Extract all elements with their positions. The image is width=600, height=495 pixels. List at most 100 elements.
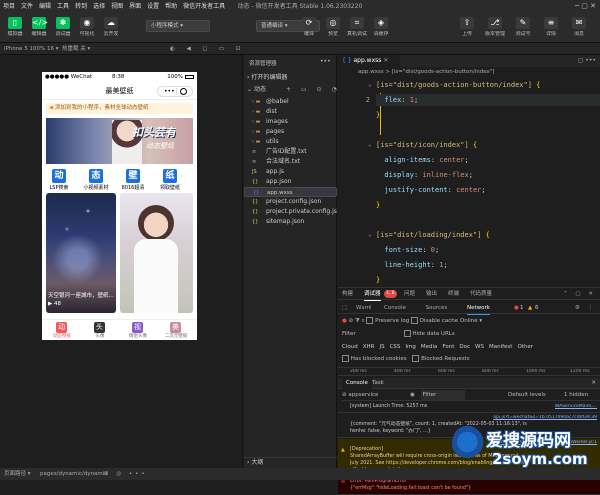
- devtools-tab[interactable]: Sources: [426, 302, 448, 314]
- device-button[interactable]: ⌗ 真机调试: [344, 17, 370, 38]
- explorer-action-icons[interactable]: + ▭ ⊙ ◔ ⤓: [286, 85, 337, 95]
- explorer-item-txt[interactable]: ≡ 合法域名.txt: [244, 157, 337, 167]
- menu-item[interactable]: 视图: [108, 0, 126, 13]
- resource-type-css[interactable]: CSS: [390, 344, 401, 350]
- panel-tab[interactable]: 问题: [404, 288, 415, 300]
- project-section[interactable]: ⌄ 动态 + ▭ ⊙ ◔ ⤓: [244, 85, 337, 95]
- search-icon[interactable]: ⌕: [362, 318, 365, 324]
- filter-icon[interactable]: ⧩: [355, 318, 360, 324]
- message-button[interactable]: ✉ 消息: [566, 17, 592, 38]
- outline-section[interactable]: › 大纲: [244, 457, 337, 467]
- version-button[interactable]: ⎇ 版本管理: [482, 17, 508, 38]
- panel-tab[interactable]: 终端: [448, 288, 459, 300]
- refresh-button[interactable]: ⟳ 编译: [296, 17, 322, 38]
- fold-chevron-icon[interactable]: ⌄: [368, 229, 372, 241]
- code-line[interactable]: font-size: 0;: [376, 244, 439, 256]
- fold-chevron-icon[interactable]: ⌄: [368, 79, 372, 91]
- clear-button[interactable]: ◈ 清缓存: [368, 17, 394, 38]
- log-levels-select[interactable]: Default levels: [508, 390, 546, 400]
- close-tab-icon[interactable]: ✕: [383, 57, 388, 64]
- task-tab[interactable]: Task: [372, 378, 384, 389]
- resource-type-js[interactable]: JS: [379, 344, 384, 350]
- context-select[interactable]: appservice: [348, 390, 408, 400]
- quick-entry-icon[interactable]: 动: [52, 169, 66, 183]
- blocked-requests-checkbox[interactable]: [412, 355, 420, 362]
- resource-type-ws[interactable]: WS: [475, 344, 484, 350]
- resource-type-other[interactable]: Other: [517, 344, 533, 350]
- window-controls[interactable]: ─ ▢ ✕: [575, 0, 596, 13]
- tab-label[interactable]: 头像: [84, 333, 116, 339]
- explorer-item-js[interactable]: JS app.js: [244, 167, 337, 177]
- code-line[interactable]: flex: 1;: [376, 94, 600, 106]
- fold-chevron-icon[interactable]: ⌄: [368, 139, 372, 151]
- panel-window-icons[interactable]: ⌃ ▢ ✕: [563, 288, 596, 300]
- explorer-item-folder[interactable]: › ▬ images: [244, 117, 337, 127]
- console-log-error[interactable]: ⊗ Error: MiniProgramError {"errMsg":"hide…: [338, 478, 600, 495]
- more-icon[interactable]: •••: [164, 87, 175, 96]
- inspect-icon[interactable]: ⬚: [342, 302, 347, 314]
- code-line[interactable]: [is="dist/icon/index"] {: [376, 139, 477, 151]
- bug-button[interactable]: ✱ 调试器: [50, 17, 76, 38]
- resource-type-manifest[interactable]: Manifest: [489, 344, 512, 350]
- explorer-item-txt[interactable]: ≡ 广告ID配置.txt: [244, 147, 337, 157]
- panel-tab[interactable]: 输出: [426, 288, 437, 300]
- menu-item[interactable]: 文件: [18, 0, 36, 13]
- menu-item[interactable]: 转到: [72, 0, 90, 13]
- tab-icon[interactable]: 头: [94, 322, 105, 333]
- capsule-button[interactable]: •••: [157, 86, 193, 97]
- menu-item[interactable]: 工具: [54, 0, 72, 13]
- quick-entry-icon[interactable]: 态: [89, 169, 103, 183]
- tab-icon[interactable]: 视: [132, 322, 143, 333]
- devtools-tab[interactable]: Console: [384, 302, 406, 314]
- explorer-item-json[interactable]: {} project.private.config.js...: [244, 207, 337, 217]
- resource-type-img[interactable]: Img: [405, 344, 415, 350]
- disable-cache-checkbox[interactable]: [410, 317, 418, 324]
- record-icon[interactable]: ●: [342, 318, 347, 324]
- code-line[interactable]: display: inline-flex;: [376, 169, 473, 181]
- resource-type-xhr[interactable]: XHR: [363, 344, 375, 350]
- menu-item[interactable]: 设置: [144, 0, 162, 13]
- code-line[interactable]: [is="dist/goods-action-button/index"] {: [376, 79, 540, 91]
- menu-item[interactable]: 界面: [126, 0, 144, 13]
- panel-tab[interactable]: 代码质量: [470, 288, 492, 300]
- test-button[interactable]: ✎ 测试号: [510, 17, 536, 38]
- hot-reload-select[interactable]: 热重载 关 ▾: [62, 43, 90, 55]
- preserve-log-checkbox[interactable]: [366, 317, 374, 324]
- menu-item[interactable]: 选择: [90, 0, 108, 13]
- code-line[interactable]: }: [376, 274, 380, 286]
- resource-type-media[interactable]: Media: [421, 344, 438, 350]
- menu-item[interactable]: 帮助: [162, 0, 180, 13]
- menu-item[interactable]: 微信开发者工具: [180, 0, 228, 13]
- editor-tab-app-wxss[interactable]: { } app.wxss ✕: [338, 55, 400, 67]
- console-clear-icon[interactable]: ⊘: [342, 392, 347, 398]
- code-button[interactable]: </> 编辑器: [26, 17, 52, 38]
- sim-toolbar-icons[interactable]: ◐ ◀ ◻ ▭ ⊡: [170, 43, 245, 55]
- menu-item[interactable]: 项目: [0, 0, 18, 13]
- detail-button[interactable]: ≡ 详情: [538, 17, 564, 38]
- status-icons[interactable]: ⊞ ◎ •••: [104, 468, 148, 480]
- code-line[interactable]: }: [376, 199, 380, 211]
- console-tab[interactable]: Console: [342, 378, 372, 389]
- tab-label[interactable]: 情侣头像: [122, 333, 154, 339]
- quick-entry-icon[interactable]: 壁: [126, 169, 140, 183]
- resource-type-doc[interactable]: Doc: [459, 344, 470, 350]
- explorer-item-folder[interactable]: › ▬ @babel: [244, 97, 337, 107]
- tab-label[interactable]: 二次元壁纸: [160, 333, 192, 339]
- eye-button[interactable]: ◉ 可视化: [74, 17, 100, 38]
- code-line[interactable]: justify-content: center;: [376, 184, 485, 196]
- panel-tab[interactable]: 构建: [342, 288, 353, 300]
- explorer-item-json[interactable]: {} app.json: [244, 177, 337, 187]
- panel-tab[interactable]: 调试器: [364, 288, 381, 301]
- banner-image[interactable]: 扣头芸有 动态壁纸: [46, 118, 193, 164]
- cloud-button[interactable]: ☁ 云开发: [98, 17, 124, 38]
- close-mini-icon[interactable]: [180, 88, 187, 95]
- explorer-item-json[interactable]: {} sitemap.json: [244, 217, 337, 227]
- wallpaper-card-2[interactable]: [120, 193, 193, 313]
- mode-select[interactable]: 小程序模式 ▾: [146, 20, 210, 32]
- explorer-item-json[interactable]: {} project.config.json: [244, 197, 337, 207]
- open-editors-section[interactable]: › 打开的编辑器: [244, 73, 337, 83]
- explorer-item-wxss[interactable]: {} app.wxss: [244, 187, 337, 197]
- tab-icon[interactable]: 动: [56, 322, 67, 333]
- code-line[interactable]: align-items: center;: [376, 154, 468, 166]
- wallpaper-card-1[interactable]: 天空银河一座城市，壁纸... ▶ 48: [46, 193, 116, 313]
